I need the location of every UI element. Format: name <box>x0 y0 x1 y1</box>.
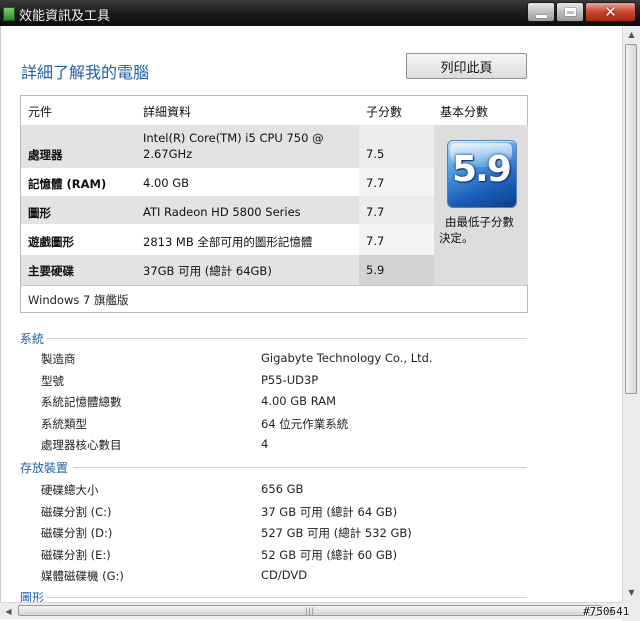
row-subscore: 5.9 <box>366 263 385 277</box>
app-icon <box>3 7 15 21</box>
maximize-icon <box>564 8 576 16</box>
row-details: 2813 MB 全部可用的圖形記憶體 <box>143 235 313 249</box>
section-divider <box>73 467 527 468</box>
storage-label: 磁碟分割 (D:) <box>41 526 113 540</box>
section-title-graphics: 圖形 <box>20 591 45 602</box>
content-area: 詳細了解我的電腦 列印此頁 元件 詳細資料 子分數 基本分數 處理器 Intel… <box>0 26 622 602</box>
print-page-button[interactable]: 列印此頁 <box>406 53 527 79</box>
row-details: 4.00 GB <box>143 176 190 190</box>
header-subscore: 子分數 <box>366 105 403 119</box>
watermark-id: #750541 <box>583 605 630 618</box>
row-details: Intel(R) Core(TM) i5 CPU 750 @ <box>143 131 324 145</box>
system-label: 型號 <box>41 374 64 388</box>
row-details: ATI Radeon HD 5800 Series <box>143 205 301 219</box>
title-bar[interactable]: 效能資訊及工具 ✕ <box>0 0 640 26</box>
base-score-value: 5.9 <box>452 149 512 190</box>
row-subscore: 7.7 <box>366 234 385 248</box>
base-score-description: 由最低子分數 決定。 <box>439 214 527 246</box>
row-component: 圖形 <box>28 206 51 220</box>
system-value: 64 位元作業系統 <box>261 417 349 431</box>
storage-value: 37 GB 可用 (總計 64 GB) <box>261 505 398 519</box>
section-title-system: 系統 <box>20 332 45 346</box>
section-divider <box>47 338 527 339</box>
os-row: Windows 7 旗艦版 <box>21 285 527 313</box>
performance-window: 效能資訊及工具 ✕ 詳細了解我的電腦 列印此頁 元件 詳細資料 子分數 基本分數… <box>0 0 640 621</box>
minimize-button[interactable] <box>527 2 555 22</box>
vertical-scrollbar[interactable]: ▲ ▼ <box>622 26 640 602</box>
vertical-scroll-thumb[interactable] <box>625 44 637 394</box>
minimize-icon <box>535 14 547 18</box>
horizontal-scrollbar[interactable]: ◀ ||| ▶ <box>0 602 622 619</box>
storage-label: 磁碟分割 (E:) <box>41 548 111 562</box>
row-component: 主要硬碟 <box>28 264 74 278</box>
storage-value: CD/DVD <box>261 568 308 582</box>
row-subscore: 7.7 <box>366 176 385 190</box>
system-label: 處理器核心數目 <box>41 438 122 452</box>
header-base-score: 基本分數 <box>440 105 489 119</box>
system-label: 系統記憶體總數 <box>41 395 122 409</box>
storage-label: 磁碟分割 (C:) <box>41 505 112 519</box>
row-details: 37GB 可用 (總計 64GB) <box>143 264 272 278</box>
base-score-badge: 5.9 <box>447 140 517 208</box>
row-subscore: 7.5 <box>366 147 385 161</box>
scroll-down-arrow-icon[interactable]: ▼ <box>623 584 640 601</box>
header-component: 元件 <box>28 105 53 119</box>
storage-value: 52 GB 可用 (總計 60 GB) <box>261 548 398 562</box>
storage-label: 硬碟總大小 <box>41 483 99 497</box>
page-title: 詳細了解我的電腦 <box>21 63 150 82</box>
system-label: 製造商 <box>41 352 76 366</box>
close-button[interactable]: ✕ <box>585 2 636 22</box>
system-value: Gigabyte Technology Co., Ltd. <box>261 351 433 365</box>
storage-label: 媒體磁碟機 (G:) <box>41 569 124 583</box>
storage-value: 527 GB 可用 (總計 532 GB) <box>261 526 412 540</box>
scroll-up-arrow-icon[interactable]: ▲ <box>623 26 640 43</box>
score-table: 元件 詳細資料 子分數 基本分數 處理器 Intel(R) Core(TM) i… <box>20 95 528 313</box>
section-divider <box>47 597 527 598</box>
close-icon: ✕ <box>604 2 617 21</box>
header-details: 詳細資料 <box>143 105 192 119</box>
row-component: 遊戲圖形 <box>28 235 74 249</box>
horizontal-scroll-thumb[interactable]: ||| <box>18 605 602 616</box>
maximize-button[interactable] <box>556 2 584 22</box>
row-details: 2.67GHz <box>143 147 193 161</box>
system-value: 4.00 GB RAM <box>261 394 337 408</box>
row-component: 記憶體 (RAM) <box>28 177 107 191</box>
base-desc-line: 由最低子分數 <box>445 215 514 229</box>
base-desc-line: 決定。 <box>439 231 474 245</box>
system-value: P55-UD3P <box>261 373 319 387</box>
row-component: 處理器 <box>28 148 63 162</box>
system-label: 系統類型 <box>41 417 87 431</box>
grip-icon: ||| <box>304 606 316 615</box>
system-value: 4 <box>261 437 269 451</box>
os-edition: Windows 7 旗艦版 <box>28 293 129 307</box>
window-title: 效能資訊及工具 <box>19 9 111 24</box>
scroll-left-arrow-icon[interactable]: ◀ <box>0 603 17 619</box>
row-subscore: 7.7 <box>366 205 385 219</box>
section-title-storage: 存放裝置 <box>20 461 69 475</box>
storage-value: 656 GB <box>261 482 304 496</box>
